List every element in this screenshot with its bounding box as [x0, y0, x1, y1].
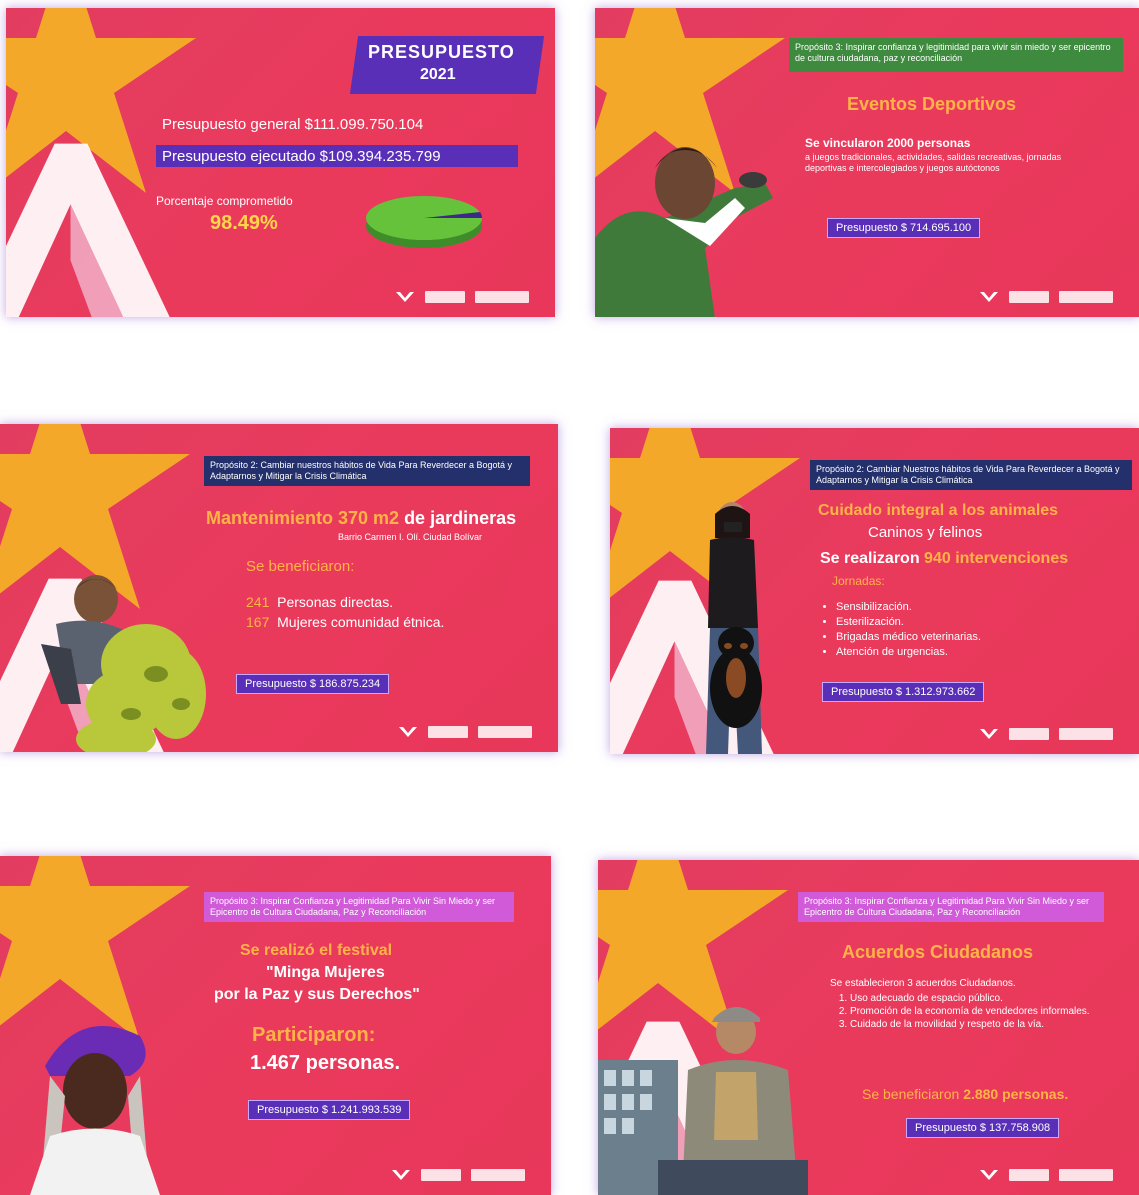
- percent-value: 98.49%: [210, 212, 278, 234]
- jornadas-label: Jornadas:: [832, 574, 885, 588]
- beneficiaries-count: 2.880 personas.: [963, 1086, 1069, 1102]
- local-logo-icon: [478, 726, 532, 738]
- footer-logos: [979, 726, 1113, 742]
- budget-label: Presupuesto $ 137.758.908: [906, 1118, 1060, 1138]
- title-rest: de jardineras: [399, 508, 517, 528]
- location: Barrio Carmen I. Olí. Ciudad Bolívar: [338, 532, 483, 542]
- alcaldia-logo-icon: [1009, 1169, 1049, 1181]
- bogota-logo-icon: [980, 1170, 998, 1180]
- list-item: Brigadas médico veterinarias.: [836, 630, 981, 645]
- festival-line-3: por la Paz y sus Derechos": [214, 986, 420, 1003]
- local-logo-icon: [1059, 291, 1113, 303]
- slide-acuerdos-ciudadanos: Propósito 3: Inspirar Confianza y Legiti…: [598, 860, 1139, 1195]
- section-title: Mantenimiento 370 m2 de jardineras: [206, 508, 516, 529]
- participants-count: 1.467 personas.: [250, 1052, 401, 1074]
- project-bar: Propósito 2: Cambiar Nuestros hábitos de…: [810, 460, 1132, 490]
- description: a juegos tradicionales, actividades, sal…: [805, 152, 1062, 173]
- count-1: 241: [246, 594, 270, 610]
- title-area: Mantenimiento 370 m2: [206, 508, 400, 528]
- beneficiaries: Se beneficiaron 2.880 personas.: [862, 1086, 1068, 1102]
- alcaldia-logo-icon: [1009, 728, 1049, 740]
- list-item: Esterilización.: [836, 615, 981, 630]
- label-1: Personas directas.: [277, 594, 394, 610]
- label-2: Mujeres comunidad étnica.: [277, 614, 445, 630]
- logo-a-graphic: [6, 143, 176, 317]
- bogota-logo-icon: [980, 292, 998, 302]
- bogota-logo-icon: [396, 292, 414, 302]
- woman-portrait-photo: [30, 1026, 160, 1195]
- list-item: Sensibilización.: [836, 600, 981, 615]
- budget-label: Presupuesto $ 1.241.993.539: [248, 1100, 411, 1120]
- alcaldia-logo-icon: [421, 1169, 461, 1181]
- footer-logos: [395, 289, 529, 305]
- jornadas-list: Sensibilización. Esterilización. Brigada…: [822, 600, 981, 660]
- footer-logos: [979, 289, 1113, 305]
- local-logo-icon: [471, 1169, 525, 1181]
- section-subtitle: Caninos y felinos: [868, 524, 983, 541]
- list-item: Cuidado de la movilidad y respeto de la …: [850, 1018, 1120, 1031]
- interventions: Se realizaron 940 intervenciones: [820, 550, 1068, 568]
- slide-presupuesto: PRESUPUESTO 2021 Presupuesto general $11…: [6, 8, 555, 317]
- list-item: Atención de urgencias.: [836, 645, 981, 660]
- local-logo-icon: [1059, 1169, 1113, 1181]
- beneficiaries-row-1: 241 Personas directas.: [246, 594, 393, 610]
- budget-executed: Presupuesto ejecutado $109.394.235.799: [162, 148, 441, 165]
- budget-label: Presupuesto $ 186.875.234: [236, 674, 390, 694]
- woman-dog-photo: [706, 502, 762, 754]
- participants: Se vincularon 2000 personas: [805, 136, 971, 150]
- title-line2: 2021: [420, 66, 456, 83]
- bogota-logo-icon: [980, 729, 998, 739]
- athlete-photo: [595, 147, 773, 317]
- section-title: Cuidado integral a los animales: [818, 502, 1059, 519]
- interventions-count: 940 intervenciones: [924, 550, 1069, 567]
- agreements-intro: Se establecieron 3 acuerdos Ciudadanos.: [830, 978, 1016, 989]
- slide-festival-minga: Propósito 3: Inspirar Confianza y Legiti…: [0, 856, 551, 1195]
- vendor-photo: [598, 1007, 808, 1195]
- slide-cuidado-animales: Propósito 2: Cambiar Nuestros hábitos de…: [610, 428, 1139, 754]
- beneficiaries-label: Se beneficiaron:: [246, 558, 355, 575]
- local-logo-icon: [1059, 728, 1113, 740]
- budget-label: Presupuesto $ 1.312.973.662: [822, 682, 985, 702]
- project-bar: Propósito 2: Cambiar nuestros hábitos de…: [204, 456, 530, 486]
- slide-eventos-deportivos: Propósito 3: Inspirar confianza y legiti…: [595, 8, 1139, 317]
- pie-chart-icon: [366, 196, 483, 248]
- interventions-prefix: Se realizaron: [820, 550, 925, 567]
- alcaldia-logo-icon: [1009, 291, 1049, 303]
- bogota-logo-icon: [392, 1170, 410, 1180]
- slide-jardineras: Propósito 2: Cambiar nuestros hábitos de…: [0, 424, 558, 752]
- list-item: Promoción de la economía de vendedores i…: [850, 1005, 1120, 1018]
- budget-label: Presupuesto $ 714.695.100: [827, 218, 981, 238]
- footer-logos: [391, 1167, 525, 1183]
- beneficiaries-prefix: Se beneficiaron: [862, 1086, 964, 1102]
- alcaldia-logo-icon: [428, 726, 468, 738]
- alcaldia-logo-icon: [425, 291, 465, 303]
- list-item: Uso adecuado de espacio público.: [850, 992, 1120, 1005]
- footer-logos: [398, 724, 532, 740]
- count-2: 167: [246, 614, 270, 630]
- title-line1: PRESUPUESTO: [368, 42, 515, 62]
- participants-label: Participaron:: [252, 1024, 376, 1046]
- bogota-logo-icon: [399, 727, 417, 737]
- budget-general: Presupuesto general $111.099.750.104: [162, 116, 424, 133]
- beneficiaries-row-2: 167 Mujeres comunidad étnica.: [246, 614, 444, 630]
- local-logo-icon: [475, 291, 529, 303]
- section-title: Eventos Deportivos: [847, 94, 1017, 114]
- project-bar: Propósito 3: Inspirar Confianza y Legiti…: [204, 892, 514, 922]
- festival-line-2: "Minga Mujeres: [266, 964, 385, 981]
- project-bar: Propósito 3: Inspirar confianza y legiti…: [789, 38, 1123, 72]
- child-plant-photo: [41, 575, 206, 752]
- section-title: Acuerdos Ciudadanos: [842, 942, 1034, 962]
- footer-logos: [979, 1167, 1113, 1183]
- percent-label: Porcentaje comprometido: [156, 194, 293, 208]
- project-bar: Propósito 3: Inspirar Confianza y Legiti…: [798, 892, 1104, 922]
- agreements-list: Uso adecuado de espacio público. Promoci…: [834, 992, 1120, 1031]
- festival-line-1: Se realizó el festival: [240, 942, 393, 959]
